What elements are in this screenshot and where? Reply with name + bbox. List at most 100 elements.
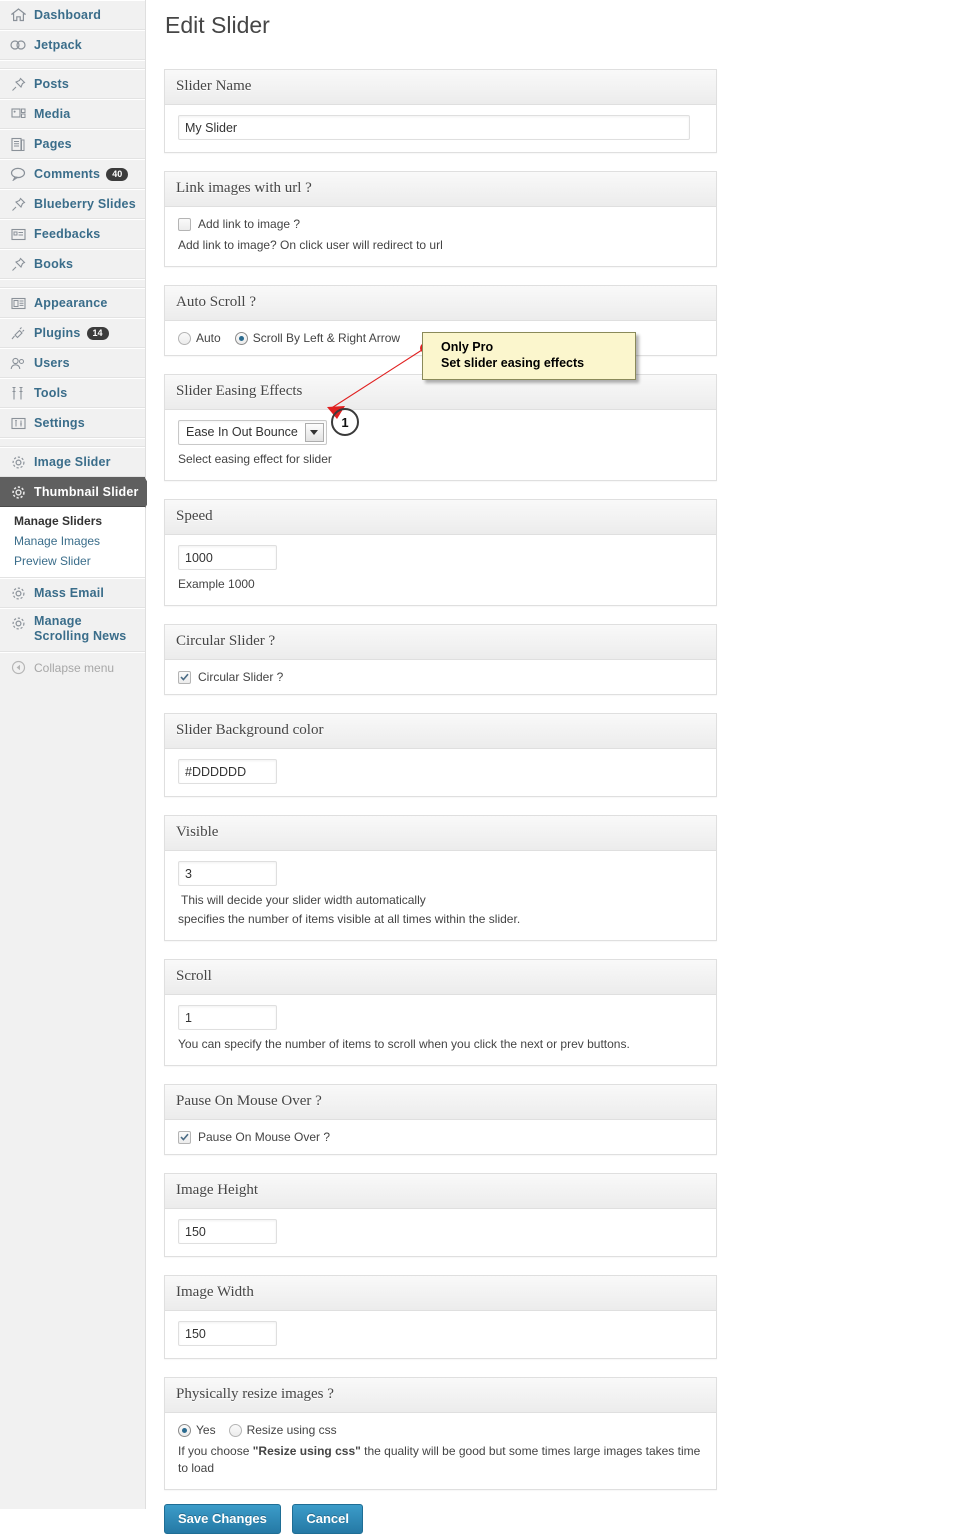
scroll-arrow-radio[interactable] xyxy=(234,331,248,345)
appearance-icon xyxy=(8,294,28,312)
resize-yes-label[interactable]: Yes xyxy=(196,1423,216,1437)
resize-help-bold: "Resize using css" xyxy=(252,1444,361,1458)
add-link-checkbox[interactable] xyxy=(178,217,191,231)
speed-input[interactable] xyxy=(178,545,277,570)
resize-help-before: If you choose xyxy=(178,1444,253,1458)
sidebar-item-blueberry-slides[interactable]: Blueberry Slides xyxy=(0,189,145,219)
pin-icon xyxy=(8,195,28,213)
section-image-width: Image Width xyxy=(164,1275,717,1359)
pause-row[interactable]: Pause On Mouse Over ? xyxy=(178,1130,704,1144)
section-physically-resize-images: Physically resize images ? Yes Resize us… xyxy=(164,1377,717,1490)
sidebar-item-books[interactable]: Books xyxy=(0,249,145,279)
sidebar-item-dashboard[interactable]: Dashboard xyxy=(0,0,145,30)
visible-help-2: specifies the number of items visible at… xyxy=(178,912,521,926)
resize-css-label[interactable]: Resize using css xyxy=(247,1423,337,1437)
sidebar-item-label: Dashboard xyxy=(34,8,102,22)
section-heading: Auto Scroll ? xyxy=(165,286,716,321)
sidebar-item-label: Pages xyxy=(34,137,72,151)
comment-bubble-icon xyxy=(8,165,28,183)
edit-slider-form: Slider Name Link images with url ? Add l… xyxy=(164,69,717,1534)
image-width-input[interactable] xyxy=(178,1321,277,1346)
sidebar-item-thumbnail-slider[interactable]: Thumbnail Slider xyxy=(0,477,154,508)
sidebar-item-feedbacks[interactable]: Feedbacks xyxy=(0,219,145,249)
sidebar-item-settings[interactable]: Settings xyxy=(0,408,145,438)
auto-radio[interactable] xyxy=(178,331,191,345)
collapse-menu-button[interactable]: Collapse menu xyxy=(0,652,145,682)
sidebar-item-posts[interactable]: Posts xyxy=(0,69,145,99)
visible-input[interactable] xyxy=(178,861,277,886)
collapse-menu-label: Collapse menu xyxy=(34,660,115,675)
collapse-arrow-icon xyxy=(8,659,28,677)
chevron-down-icon[interactable] xyxy=(304,423,324,442)
submenu-item-preview-slider[interactable]: Preview Slider xyxy=(0,551,145,571)
circular-slider-label[interactable]: Circular Slider ? xyxy=(198,670,283,684)
auto-radio-label[interactable]: Auto xyxy=(196,331,221,345)
easing-effect-selected-value: Ease In Out Bounce xyxy=(186,425,298,439)
section-image-height: Image Height xyxy=(164,1173,717,1257)
thumbnail-slider-submenu: Manage Sliders Manage Images Preview Sli… xyxy=(0,507,145,578)
section-heading: Scroll xyxy=(165,960,716,995)
slider-name-input[interactable] xyxy=(178,115,690,140)
callout-line-2: Set slider easing effects xyxy=(441,356,585,370)
section-heading: Pause On Mouse Over ? xyxy=(165,1085,716,1120)
section-heading: Slider Easing Effects xyxy=(165,375,716,410)
sidebar-item-label: Thumbnail Slider xyxy=(34,485,139,499)
sidebar-divider xyxy=(0,279,145,288)
sidebar-item-manage-scrolling-news[interactable]: Manage Scrolling News xyxy=(0,608,145,652)
submenu-item-manage-images[interactable]: Manage Images xyxy=(0,531,145,551)
sidebar-item-label: Appearance xyxy=(34,296,108,310)
gear-icon xyxy=(8,614,28,632)
pro-feature-callout: Only Pro Set slider easing effects xyxy=(422,332,636,380)
sidebar-item-label: Blueberry Slides xyxy=(34,197,136,211)
users-icon xyxy=(8,354,28,372)
circular-slider-row[interactable]: Circular Slider ? xyxy=(178,670,704,684)
plugins-count-badge: 14 xyxy=(86,326,109,340)
scroll-arrow-radio-label[interactable]: Scroll By Left & Right Arrow xyxy=(253,331,400,345)
sidebar-divider xyxy=(0,438,145,447)
easing-effect-help: Select easing effect for slider xyxy=(178,452,332,466)
add-link-row[interactable]: Add link to image ? xyxy=(178,217,704,231)
media-icon xyxy=(8,105,28,123)
sidebar-item-image-slider[interactable]: Image Slider xyxy=(0,447,145,477)
plug-icon xyxy=(8,324,28,342)
section-heading: Physically resize images ? xyxy=(165,1378,716,1413)
section-heading: Visible xyxy=(165,816,716,851)
sidebar-item-comments[interactable]: Comments 40 xyxy=(0,159,145,189)
circular-slider-checkbox[interactable] xyxy=(178,670,191,684)
add-link-label[interactable]: Add link to image ? xyxy=(198,217,300,231)
resize-radio-group: Yes Resize using css xyxy=(178,1423,704,1437)
resize-help: If you choose "Resize using css" the qua… xyxy=(178,1443,704,1477)
sidebar-item-media[interactable]: Media xyxy=(0,99,145,129)
sidebar-item-label: Users xyxy=(34,356,70,370)
pause-on-mouse-over-checkbox[interactable] xyxy=(178,1130,191,1144)
sidebar-item-pages[interactable]: Pages xyxy=(0,129,145,159)
submenu-item-manage-sliders[interactable]: Manage Sliders xyxy=(0,511,145,531)
sidebar-item-label: Mass Email xyxy=(34,586,105,600)
section-pause-on-mouse-over: Pause On Mouse Over ? Pause On Mouse Ove… xyxy=(164,1084,717,1155)
image-height-input[interactable] xyxy=(178,1219,277,1244)
sidebar-item-tools[interactable]: Tools xyxy=(0,378,145,408)
sidebar-item-label: Manage Scrolling News xyxy=(34,614,127,643)
sidebar-item-plugins[interactable]: Plugins 14 xyxy=(0,318,145,348)
sidebar-item-label: Plugins xyxy=(34,326,81,340)
settings-icon xyxy=(8,414,28,432)
sidebar-item-appearance[interactable]: Appearance xyxy=(0,288,145,318)
tools-icon xyxy=(8,384,28,402)
easing-effect-select[interactable]: Ease In Out Bounce xyxy=(178,420,327,445)
sidebar-item-jetpack[interactable]: Jetpack xyxy=(0,30,145,60)
add-link-help: Add link to image? On click user will re… xyxy=(178,238,443,252)
sidebar-item-label: Settings xyxy=(34,416,85,430)
section-slider-easing-effects: Slider Easing Effects Ease In Out Bounce… xyxy=(164,374,717,481)
background-color-input[interactable] xyxy=(178,759,277,784)
resize-yes-radio[interactable] xyxy=(178,1423,191,1437)
sidebar-item-users[interactable]: Users xyxy=(0,348,145,378)
jetpack-icon xyxy=(8,36,28,54)
scroll-input[interactable] xyxy=(178,1005,277,1030)
resize-css-radio[interactable] xyxy=(228,1423,242,1437)
sidebar-item-label: Jetpack xyxy=(34,38,82,52)
admin-sidebar: Dashboard Jetpack Posts Media Pages Comm… xyxy=(0,0,154,1509)
sidebar-item-mass-email[interactable]: Mass Email xyxy=(0,578,145,608)
sidebar-item-label: Media xyxy=(34,107,71,121)
section-speed: Speed Example 1000 xyxy=(164,499,717,606)
pause-on-mouse-over-label[interactable]: Pause On Mouse Over ? xyxy=(198,1130,330,1144)
